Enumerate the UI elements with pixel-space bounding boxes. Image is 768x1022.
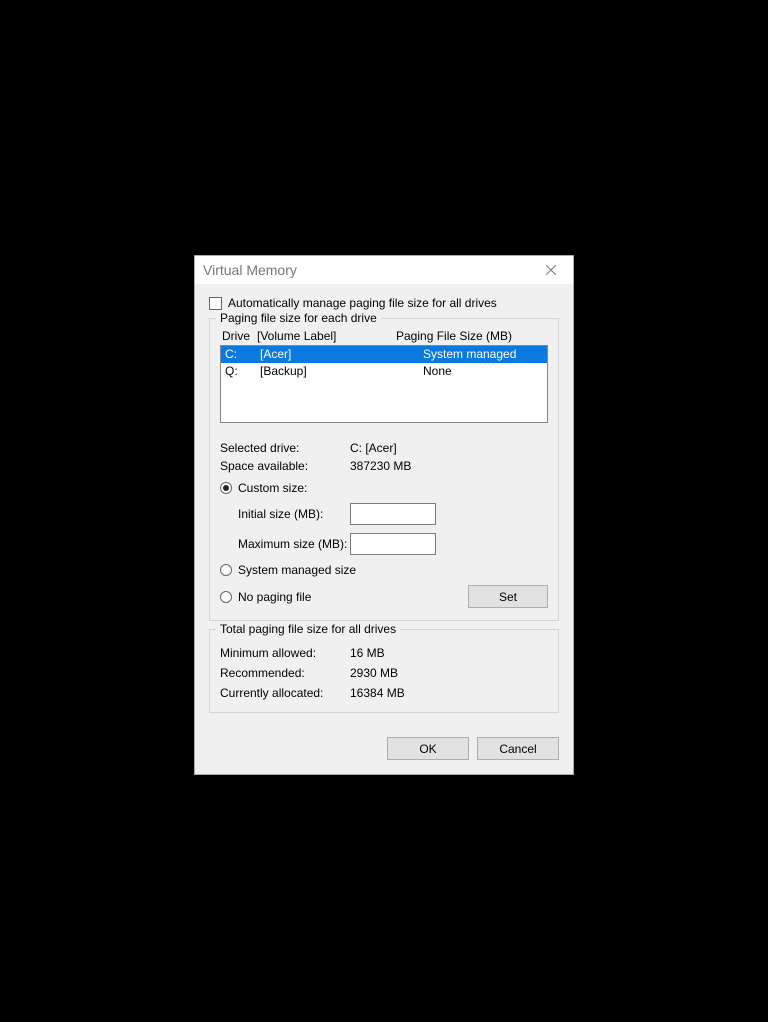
initial-size-label: Initial size (MB): bbox=[238, 507, 350, 521]
header-drive: Drive bbox=[222, 329, 257, 343]
drive-list[interactable]: C: [Acer] System managed Q: [Backup] Non… bbox=[220, 345, 548, 423]
space-available-label: Space available: bbox=[220, 459, 350, 473]
maximum-size-label: Maximum size (MB): bbox=[238, 537, 350, 551]
recommended-value: 2930 MB bbox=[350, 666, 398, 680]
header-volume-label: [Volume Label] bbox=[257, 329, 396, 343]
no-paging-radio[interactable] bbox=[220, 591, 232, 603]
system-managed-radio[interactable] bbox=[220, 564, 232, 576]
recommended-label: Recommended: bbox=[220, 666, 350, 680]
auto-manage-checkbox[interactable] bbox=[209, 297, 222, 310]
initial-size-input[interactable] bbox=[350, 503, 436, 525]
drive-row[interactable]: C: [Acer] System managed bbox=[221, 346, 547, 363]
drive-paging-size: None bbox=[393, 364, 543, 379]
totals-group: Total paging file size for all drives Mi… bbox=[209, 629, 559, 713]
custom-size-inputs: Initial size (MB): Maximum size (MB): bbox=[238, 503, 548, 555]
currently-allocated-row: Currently allocated: 16384 MB bbox=[220, 686, 548, 700]
dialog-title: Virtual Memory bbox=[203, 262, 297, 278]
no-paging-and-set-row: No paging file Set bbox=[220, 585, 548, 608]
custom-size-radio[interactable] bbox=[220, 482, 232, 494]
titlebar: Virtual Memory bbox=[195, 256, 573, 284]
currently-allocated-value: 16384 MB bbox=[350, 686, 405, 700]
custom-size-label: Custom size: bbox=[238, 481, 307, 495]
currently-allocated-label: Currently allocated: bbox=[220, 686, 350, 700]
maximum-size-input[interactable] bbox=[350, 533, 436, 555]
selected-drive-row: Selected drive: C: [Acer] bbox=[220, 441, 548, 455]
close-icon bbox=[546, 265, 556, 275]
custom-size-radio-row[interactable]: Custom size: bbox=[220, 481, 548, 495]
drive-volume-label: [Backup] bbox=[260, 364, 393, 379]
dialog-content: Automatically manage paging file size fo… bbox=[195, 284, 573, 727]
virtual-memory-dialog: Virtual Memory Automatically manage pagi… bbox=[194, 255, 574, 775]
minimum-allowed-label: Minimum allowed: bbox=[220, 646, 350, 660]
totals-legend: Total paging file size for all drives bbox=[216, 622, 400, 636]
drive-paging-size: System managed bbox=[393, 347, 543, 362]
auto-manage-label: Automatically manage paging file size fo… bbox=[228, 296, 497, 310]
dialog-footer: OK Cancel bbox=[195, 727, 573, 774]
drive-row[interactable]: Q: [Backup] None bbox=[221, 363, 547, 380]
initial-size-row: Initial size (MB): bbox=[238, 503, 548, 525]
space-available-row: Space available: 387230 MB bbox=[220, 459, 548, 473]
drive-volume-label: [Acer] bbox=[260, 347, 393, 362]
drive-group: Paging file size for each drive Drive [V… bbox=[209, 318, 559, 621]
cancel-button[interactable]: Cancel bbox=[477, 737, 559, 760]
space-available-value: 387230 MB bbox=[350, 459, 411, 473]
maximum-size-row: Maximum size (MB): bbox=[238, 533, 548, 555]
minimum-allowed-value: 16 MB bbox=[350, 646, 385, 660]
no-paging-radio-row[interactable]: No paging file bbox=[220, 590, 311, 604]
minimum-allowed-row: Minimum allowed: 16 MB bbox=[220, 646, 548, 660]
set-button[interactable]: Set bbox=[468, 585, 548, 608]
close-button[interactable] bbox=[531, 257, 571, 283]
drive-list-header: Drive [Volume Label] Paging File Size (M… bbox=[220, 329, 548, 345]
recommended-row: Recommended: 2930 MB bbox=[220, 666, 548, 680]
drive-letter: C: bbox=[225, 347, 260, 362]
ok-button[interactable]: OK bbox=[387, 737, 469, 760]
system-managed-label: System managed size bbox=[238, 563, 356, 577]
system-managed-radio-row[interactable]: System managed size bbox=[220, 563, 548, 577]
selected-drive-value: C: [Acer] bbox=[350, 441, 397, 455]
selected-drive-label: Selected drive: bbox=[220, 441, 350, 455]
auto-manage-row[interactable]: Automatically manage paging file size fo… bbox=[209, 296, 559, 310]
drive-group-legend: Paging file size for each drive bbox=[216, 311, 381, 325]
header-paging-size: Paging File Size (MB) bbox=[396, 329, 546, 343]
drive-letter: Q: bbox=[225, 364, 260, 379]
no-paging-label: No paging file bbox=[238, 590, 311, 604]
